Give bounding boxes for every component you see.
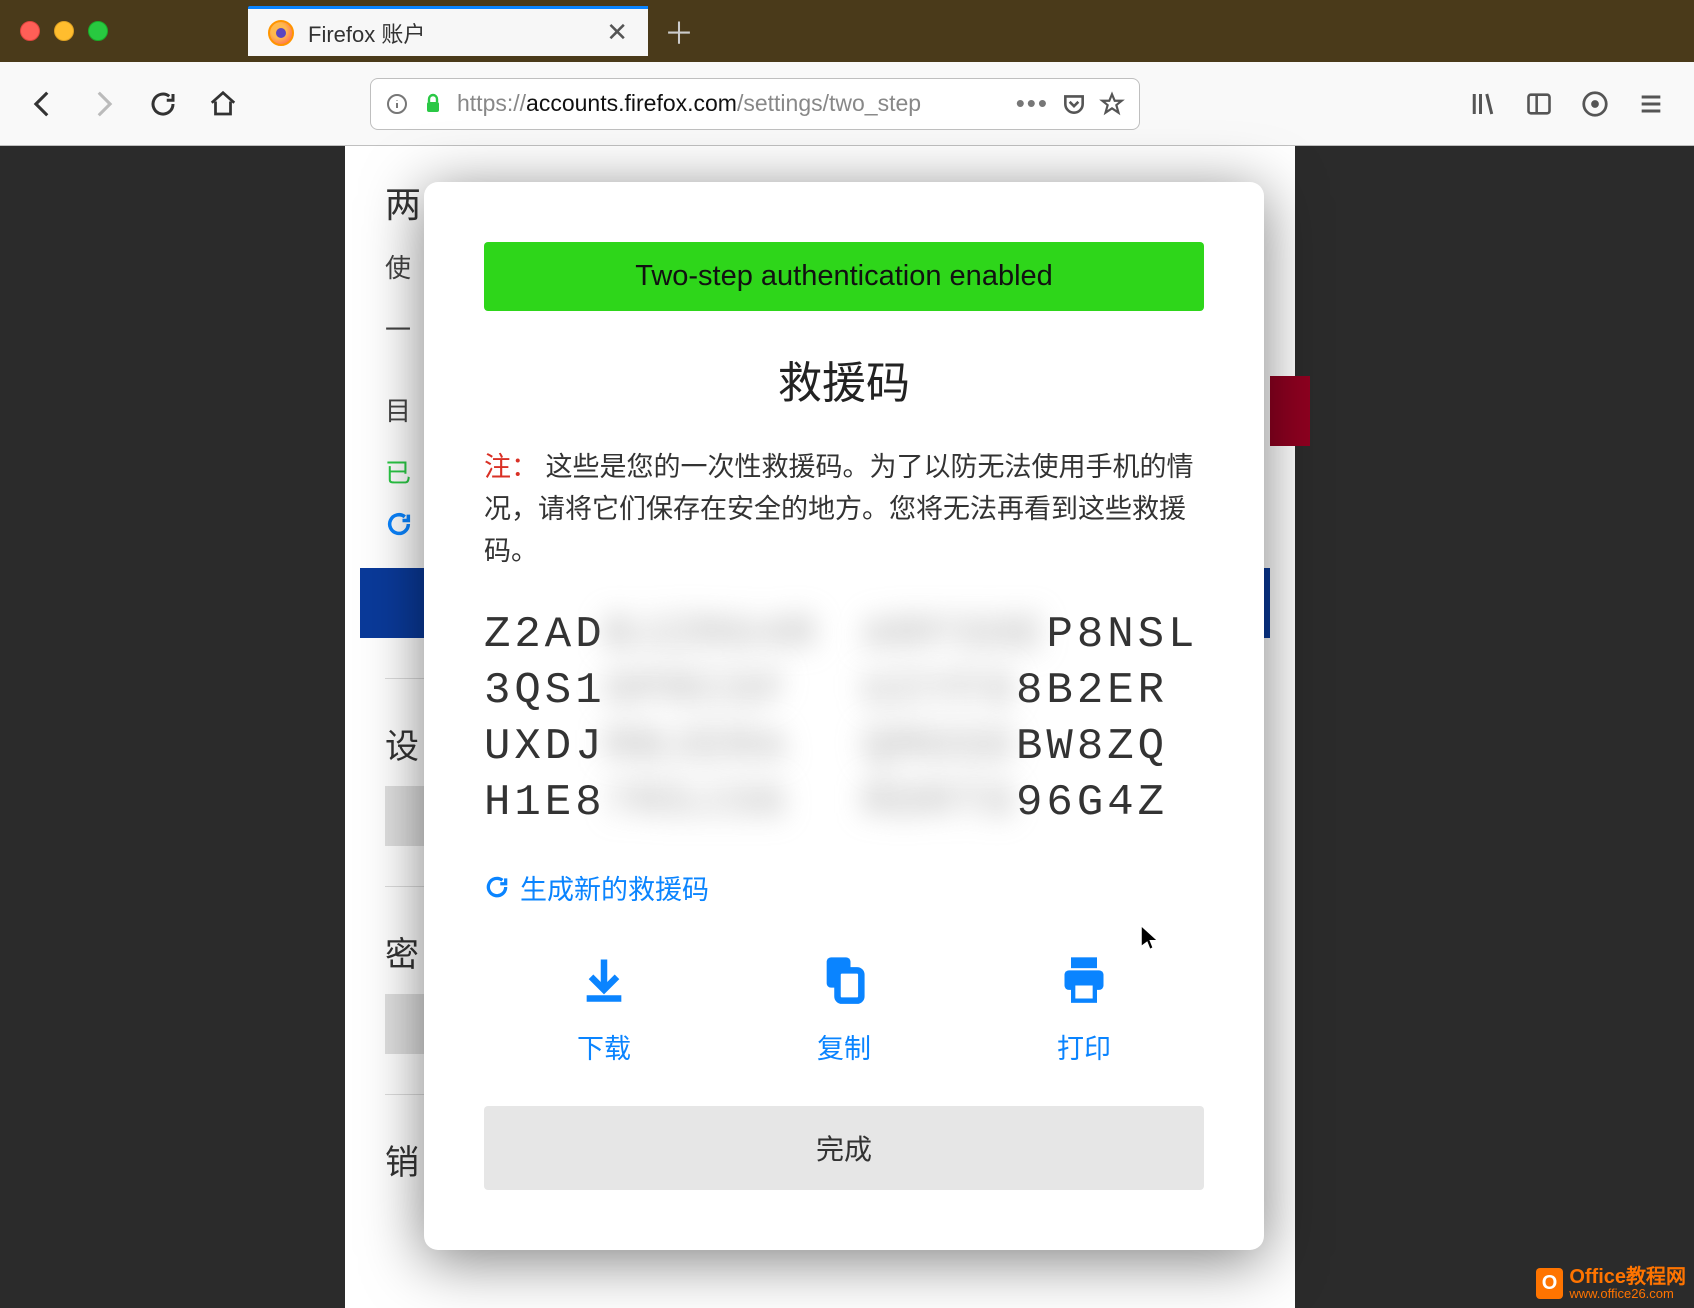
browser-toolbar: https://accounts.firefox.com/settings/tw… <box>0 62 1694 146</box>
print-label: 打印 <box>1057 1027 1111 1066</box>
refresh-icon <box>484 874 510 900</box>
print-icon <box>1058 953 1110 1005</box>
recovery-code: Z2ADBJZR64R <box>484 607 824 663</box>
modal-title: 救援码 <box>484 347 1204 411</box>
maximize-window-button[interactable] <box>88 21 108 41</box>
success-banner: Two-step authentication enabled <box>484 242 1204 311</box>
note-label: 注： <box>484 452 538 482</box>
done-button[interactable]: 完成 <box>484 1106 1204 1190</box>
url-bar[interactable]: https://accounts.firefox.com/settings/tw… <box>370 78 1140 130</box>
close-window-button[interactable] <box>20 21 40 41</box>
download-icon <box>578 953 630 1005</box>
recovery-codes-grid: Z2ADBJZR64R ARFSOEP8NSL 3QS1OPRCSF U2YF8… <box>484 607 1204 832</box>
extension-info-button[interactable] <box>1572 81 1618 127</box>
recovery-code: 3QS1OPRCSF <box>484 663 824 719</box>
recovery-codes-modal: Two-step authentication enabled 救援码 注： 这… <box>424 182 1264 1250</box>
tab-title: Firefox 账户 <box>308 17 425 49</box>
recovery-code: H1E87RSJ36 <box>484 775 824 831</box>
bookmark-star-icon[interactable] <box>1099 91 1125 117</box>
note-text: 这些是您的一次性救援码。为了以防无法使用手机的情况，请将它们保存在安全的地方。您… <box>484 452 1194 566</box>
window-controls <box>20 21 108 41</box>
content-area: 两 使 一 目 已 设 密 销 Two-step authentication … <box>0 146 1694 1308</box>
new-tab-button[interactable]: ＋ <box>654 6 704 56</box>
watermark-badge-icon: O <box>1536 1268 1564 1299</box>
browser-tab[interactable]: Firefox 账户 ✕ <box>248 6 648 56</box>
watermark: O Office教程网 www.office26.com <box>1536 1267 1686 1300</box>
regenerate-label: 生成新的救援码 <box>520 868 709 907</box>
regenerate-codes-link[interactable]: 生成新的救援码 <box>484 868 1204 907</box>
recovery-code: U2YF88B2ER <box>864 663 1204 719</box>
menu-button[interactable] <box>1628 81 1674 127</box>
recovery-code: UXDJRBJERA <box>484 719 824 775</box>
sidebar-button[interactable] <box>1516 81 1562 127</box>
page-actions-icon[interactable]: ••• <box>1016 88 1049 119</box>
copy-icon <box>818 953 870 1005</box>
recovery-code: QMOSDBW8ZQ <box>864 719 1204 775</box>
back-button[interactable] <box>20 81 66 127</box>
recovery-code: ARFSOEP8NSL <box>864 607 1204 663</box>
close-tab-icon[interactable]: ✕ <box>606 17 628 48</box>
modal-note: 注： 这些是您的一次性救援码。为了以防无法使用手机的情况，请将它们保存在安全的地… <box>484 447 1204 573</box>
forward-button[interactable] <box>80 81 126 127</box>
bg-red-indicator <box>1270 376 1310 446</box>
minimize-window-button[interactable] <box>54 21 74 41</box>
firefox-favicon-icon <box>268 20 294 46</box>
watermark-url: www.office26.com <box>1569 1287 1686 1300</box>
url-text: https://accounts.firefox.com/settings/tw… <box>457 90 1004 117</box>
print-button[interactable]: 打印 <box>1057 953 1111 1066</box>
tab-strip: Firefox 账户 ✕ ＋ <box>0 0 1694 62</box>
copy-label: 复制 <box>817 1027 871 1066</box>
copy-button[interactable]: 复制 <box>817 953 871 1066</box>
library-button[interactable] <box>1460 81 1506 127</box>
site-info-icon[interactable] <box>385 92 409 116</box>
lock-icon[interactable] <box>421 92 445 116</box>
browser-window: Firefox 账户 ✕ ＋ https://accounts.firefox.… <box>0 0 1694 1308</box>
home-button[interactable] <box>200 81 246 127</box>
done-label: 完成 <box>816 1134 872 1165</box>
watermark-brand: Office教程网 <box>1569 1267 1686 1287</box>
modal-actions: 下载 复制 打印 <box>484 953 1204 1066</box>
download-button[interactable]: 下载 <box>577 953 631 1066</box>
recovery-code: RDRT896G4Z <box>864 775 1204 831</box>
pocket-icon[interactable] <box>1061 91 1087 117</box>
download-label: 下载 <box>577 1027 631 1066</box>
reload-button[interactable] <box>140 81 186 127</box>
